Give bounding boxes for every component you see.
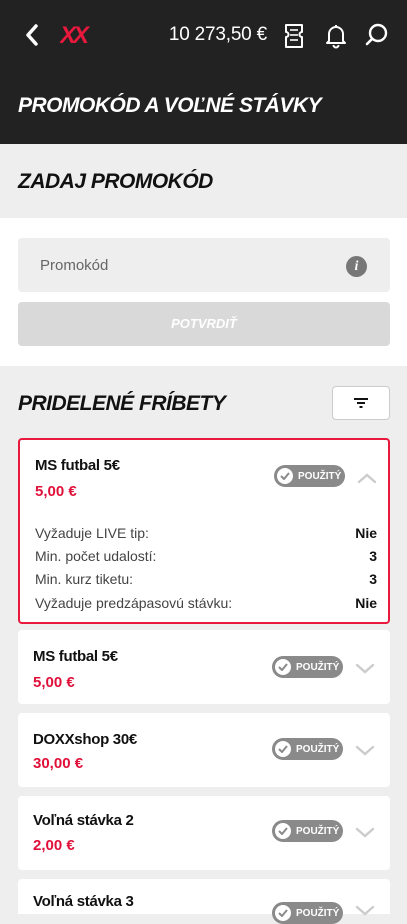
detail-label: Min. počet udalostí: — [35, 548, 157, 564]
freebet-amount: 2,00 € — [33, 837, 75, 854]
freebet-name: DOXXshop 30€ — [33, 731, 137, 748]
detail-label: Vyžaduje predzápasovú stávku: — [35, 595, 233, 611]
search-icon[interactable] — [364, 22, 390, 48]
promo-heading: ZADAJ PROMOKÓD — [18, 170, 213, 193]
svg-text:XX: XX — [60, 22, 91, 48]
promo-form: i POTVRDIŤ — [0, 218, 407, 366]
confirm-button[interactable]: POTVRDIŤ — [18, 302, 390, 346]
account-balance[interactable]: 10 273,50 € — [169, 24, 267, 46]
check-icon — [275, 659, 291, 675]
info-icon[interactable]: i — [346, 256, 367, 277]
check-icon — [277, 468, 293, 484]
status-badge: POUŽITÝ — [272, 738, 343, 760]
status-badge: POUŽITÝ — [272, 656, 343, 678]
detail-label: Vyžaduje LIVE tip: — [35, 525, 149, 541]
freebet-name: Voľná stávka 3 — [33, 893, 134, 910]
freebet-card[interactable]: Voľná stávka 3 POUŽITÝ — [18, 879, 390, 924]
detail-value: Nie — [355, 595, 377, 611]
status-label: POUŽITÝ — [296, 661, 340, 673]
freebet-amount: 5,00 € — [33, 674, 75, 691]
freebets-heading: PRIDELENÉ FRÍBETY — [18, 392, 226, 415]
detail-row-live-tip: Vyžaduje LIVE tip: Nie — [35, 525, 377, 541]
status-label: POUŽITÝ — [296, 743, 340, 755]
check-icon — [275, 741, 291, 757]
detail-value: Nie — [355, 525, 377, 541]
freebet-amount: 5,00 € — [35, 483, 77, 500]
freebet-card[interactable]: MS futbal 5€ 5,00 € POUŽITÝ Vyžaduje LIV… — [18, 438, 390, 624]
chevron-down-icon[interactable] — [355, 903, 375, 916]
brand-logo[interactable]: XX — [58, 22, 96, 49]
filter-button[interactable] — [332, 386, 390, 420]
freebet-card[interactable]: DOXXshop 30€ 30,00 € POUŽITÝ — [18, 713, 390, 787]
status-label: POUŽITÝ — [298, 470, 342, 482]
detail-value: 3 — [369, 548, 377, 564]
chevron-up-icon[interactable] — [357, 471, 377, 484]
status-badge: POUŽITÝ — [274, 465, 345, 487]
promo-code-input[interactable] — [18, 238, 390, 292]
page-title: PROMOKÓD A VOĽNÉ STÁVKY — [18, 94, 322, 117]
status-badge: POUŽITÝ — [272, 902, 343, 924]
ticket-icon[interactable] — [284, 23, 304, 49]
chevron-down-icon[interactable] — [355, 661, 375, 674]
detail-row-min-events: Min. počet udalostí: 3 — [35, 548, 377, 564]
back-arrow-icon[interactable] — [22, 22, 42, 48]
bell-icon[interactable] — [325, 23, 347, 49]
detail-row-min-odds: Min. kurz tiketu: 3 — [35, 571, 377, 587]
chevron-down-icon[interactable] — [355, 743, 375, 756]
freebet-card[interactable]: Voľná stávka 2 2,00 € POUŽITÝ — [18, 796, 390, 870]
status-badge: POUŽITÝ — [272, 820, 343, 842]
freebet-name: MS futbal 5€ — [33, 648, 118, 665]
detail-label: Min. kurz tiketu: — [35, 571, 134, 587]
freebet-card[interactable]: MS futbal 5€ 5,00 € POUŽITÝ — [18, 630, 390, 704]
status-label: POUŽITÝ — [296, 825, 340, 837]
detail-row-prematch: Vyžaduje predzápasovú stávku: Nie — [35, 595, 377, 611]
chevron-down-icon[interactable] — [355, 825, 375, 838]
freebet-amount: 30,00 € — [33, 755, 84, 772]
top-bar: XX 10 273,50 € PROMOKÓD A VOĽNÉ STÁVKY — [0, 0, 407, 144]
detail-value: 3 — [369, 571, 377, 587]
check-icon — [275, 823, 291, 839]
check-icon — [275, 905, 291, 921]
freebet-name: Voľná stávka 2 — [33, 812, 134, 829]
freebet-name: MS futbal 5€ — [35, 457, 120, 474]
filter-icon — [354, 398, 368, 408]
promo-section-header: ZADAJ PROMOKÓD — [0, 144, 407, 218]
status-label: POUŽITÝ — [296, 907, 340, 919]
